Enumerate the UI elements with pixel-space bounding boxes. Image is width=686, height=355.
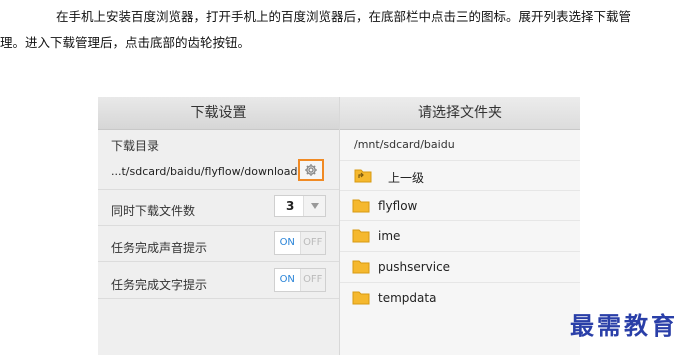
folder-icon — [352, 259, 370, 278]
concurrent-downloads-select[interactable]: 3 — [274, 195, 326, 217]
concurrent-downloads-value: 3 — [286, 199, 295, 213]
divider — [98, 189, 339, 190]
sound-notify-toggle[interactable]: ON OFF — [274, 231, 326, 255]
folder-picker-pane: 请选择文件夹 /mnt/sdcard/baidu 上一级 flyflow ime — [340, 97, 580, 355]
sound-toggle-on[interactable]: ON — [275, 232, 301, 254]
folder-row[interactable]: ime — [340, 220, 580, 251]
folder-name: flyflow — [378, 199, 418, 213]
gear-icon — [305, 164, 317, 176]
divider — [98, 261, 339, 262]
settings-gear-button[interactable] — [298, 159, 324, 181]
text-notify-label: 任务完成文字提示 — [111, 278, 208, 292]
settings-header: 下载设置 — [98, 97, 339, 130]
text-toggle-off[interactable]: OFF — [300, 269, 325, 291]
watermark-logo: 最需教育 — [570, 311, 678, 340]
download-path: ...t/sdcard/baidu/flyflow/downloads/ — [111, 165, 307, 178]
download-dir-label: 下载目录 — [111, 139, 160, 153]
current-path: /mnt/sdcard/baidu — [354, 138, 455, 151]
download-settings-pane: 下载设置 下载目录 ...t/sdcard/baidu/flyflow/down… — [98, 97, 340, 355]
folder-row[interactable]: flyflow — [340, 190, 580, 221]
text-toggle-on[interactable]: ON — [275, 269, 301, 291]
intro-line-1: 在手机上安装百度浏览器，打开手机上的百度浏览器后，在底部栏中点击三的图标。展开列… — [56, 9, 632, 24]
sound-toggle-off[interactable]: OFF — [300, 232, 325, 254]
folder-row[interactable]: pushservice — [340, 251, 580, 282]
folder-up-icon — [354, 168, 372, 187]
sound-notify-label: 任务完成声音提示 — [111, 241, 208, 255]
text-notify-toggle[interactable]: ON OFF — [274, 268, 326, 292]
divider — [98, 298, 339, 299]
divider — [98, 225, 339, 226]
folder-icon — [352, 290, 370, 309]
folder-name: ime — [378, 229, 401, 243]
intro-line-2: 理。进入下载管理后，点击底部的齿轮按钮。 — [0, 35, 251, 50]
folder-up-label: 上一级 — [388, 171, 425, 185]
folder-name: pushservice — [378, 260, 451, 274]
intro-text: 在手机上安装百度浏览器，打开手机上的百度浏览器后，在底部栏中点击三的图标。展开列… — [0, 4, 686, 56]
folder-row[interactable]: tempdata — [340, 282, 580, 313]
screenshot-panel: 下载设置 下载目录 ...t/sdcard/baidu/flyflow/down… — [98, 97, 580, 355]
folder-icon — [352, 198, 370, 217]
folder-up-row[interactable]: 上一级 — [340, 160, 580, 191]
chevron-down-icon — [303, 196, 325, 216]
folder-name: tempdata — [378, 291, 437, 305]
folder-icon — [352, 228, 370, 247]
concurrent-downloads-label: 同时下载文件数 — [111, 204, 196, 218]
folder-picker-header: 请选择文件夹 — [340, 97, 580, 130]
